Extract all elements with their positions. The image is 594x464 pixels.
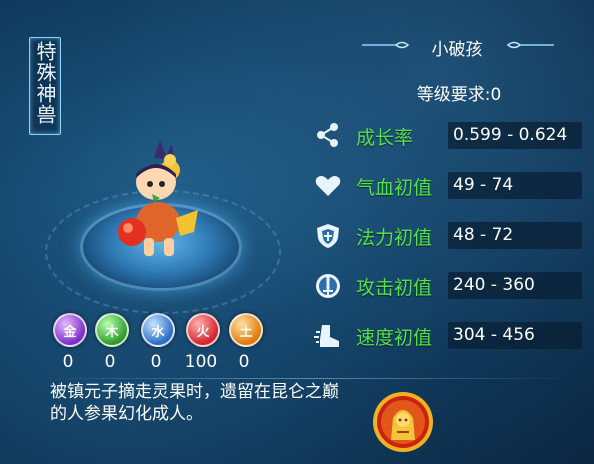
pet-description: 被镇元子摘走灵果时，遗留在昆仑之巅的人参果幻化成人。: [50, 382, 339, 424]
stat-hp-label: 气血初值: [356, 177, 433, 199]
pet-name: 小破孩: [431, 40, 483, 60]
stat-growth-value: 0.599 - 0.624: [453, 125, 568, 145]
pet-model[interactable]: [110, 140, 220, 280]
element-fire-value: 100: [184, 352, 218, 372]
element-water-icon: 水: [141, 313, 175, 347]
stat-mp-label: 法力初值: [356, 227, 433, 249]
element-earth-value: 0: [238, 352, 250, 372]
heart-icon: [315, 176, 341, 196]
sword-icon: [316, 274, 340, 298]
stat-mp-value: 48 - 72: [453, 225, 514, 245]
element-earth-icon: 土: [229, 313, 263, 347]
element-metal-value: 0: [62, 352, 74, 372]
shield-icon: [317, 224, 339, 248]
title-ornament-left: [362, 41, 410, 49]
special-skill-icon[interactable]: [371, 390, 435, 454]
element-fire-icon: 火: [186, 313, 220, 347]
pet-info-panel: 特殊神兽 金 木 水 火 土 0 0 0 100 0 小破孩 等级要求:0 成长…: [0, 0, 594, 464]
stat-speed-label: 速度初值: [356, 327, 433, 349]
stat-attack-value: 240 - 360: [453, 275, 535, 295]
boot-icon: [314, 325, 339, 347]
share-icon: [317, 123, 338, 147]
title-ornament-right: [506, 41, 554, 49]
stat-speed-value: 304 - 456: [453, 325, 535, 345]
level-requirement: 等级要求:0: [416, 85, 502, 105]
element-water-value: 0: [150, 352, 162, 372]
stat-hp-value: 49 - 74: [453, 175, 514, 195]
stat-attack-label: 攻击初值: [356, 277, 433, 299]
category-tag-label: 特殊神兽: [33, 41, 57, 125]
element-wood-icon: 木: [95, 313, 129, 347]
divider: [40, 378, 580, 379]
category-tag: 特殊神兽: [29, 37, 61, 135]
stat-growth-label: 成长率: [356, 127, 414, 149]
element-wood-value: 0: [104, 352, 116, 372]
element-metal-icon: 金: [53, 313, 87, 347]
